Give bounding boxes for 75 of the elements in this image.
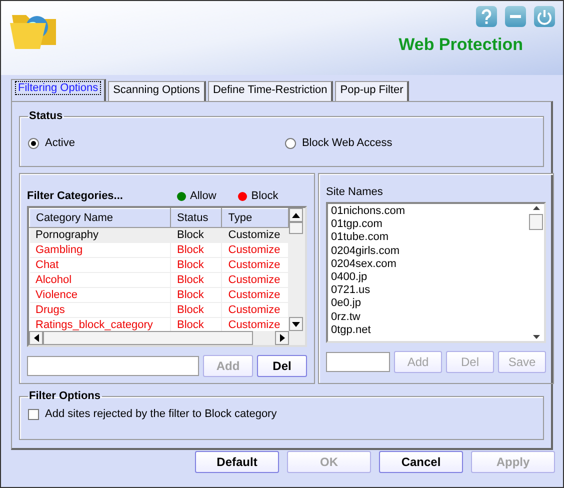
- scroll-thumb[interactable]: [289, 222, 303, 234]
- category-button[interactable]: Del: [257, 355, 307, 377]
- up-arrow-icon: [292, 212, 300, 218]
- site-item[interactable]: 0204girls.com: [331, 244, 525, 258]
- site-item[interactable]: 0721.us: [331, 284, 525, 298]
- checkbox[interactable]: [28, 408, 39, 420]
- site-item[interactable]: 0400.jp: [331, 270, 525, 284]
- table-cell: Chat: [30, 258, 171, 272]
- column-header[interactable]: Type: [222, 208, 288, 228]
- table-cell: Block: [170, 288, 222, 302]
- site-item[interactable]: 01nichons.com: [331, 205, 525, 218]
- tab[interactable]: Define Time-Restriction: [208, 81, 334, 101]
- scroll-left-button[interactable]: [29, 331, 43, 345]
- site-item[interactable]: 0204sex.com: [331, 258, 525, 271]
- scroll-down-button[interactable]: [289, 317, 303, 331]
- tab[interactable]: Filtering Options: [11, 79, 106, 101]
- power-icon[interactable]: [534, 6, 555, 27]
- down-arrow-icon[interactable]: [532, 335, 540, 339]
- table-row[interactable]: Chat Block Customize: [30, 258, 288, 272]
- scroll-up-button[interactable]: [289, 208, 303, 222]
- table-cell: Customize: [222, 302, 288, 318]
- table-cell: Block: [170, 302, 222, 318]
- section-title: Site Names: [326, 186, 384, 198]
- column-header[interactable]: Status: [170, 208, 222, 228]
- table-cell: Violence: [30, 288, 171, 302]
- dialog-button[interactable]: Cancel: [379, 451, 463, 473]
- table-cell: Customize: [222, 272, 288, 288]
- table-cell: Block: [170, 258, 222, 272]
- table-cell: Customize: [222, 258, 288, 272]
- table-cell: Alcohol: [30, 272, 171, 288]
- site-item[interactable]: 01tgp.com: [331, 218, 525, 232]
- table-cell: Customize: [222, 228, 288, 242]
- radio-label: Block Web Access: [302, 137, 392, 149]
- table-cell: Gambling: [30, 242, 171, 258]
- site-item[interactable]: 01tube.com: [331, 231, 525, 245]
- tab[interactable]: Pop-up Filter: [335, 81, 410, 101]
- section-title: Filter Categories...: [27, 190, 124, 202]
- scroll-thumb[interactable]: [529, 214, 543, 230]
- table-cell: Drugs: [30, 302, 171, 318]
- table-row[interactable]: Alcohol Block Customize: [30, 272, 288, 288]
- window-title: Web Protection: [398, 35, 523, 55]
- scroll-thumb[interactable]: [43, 331, 253, 345]
- site-item[interactable]: 0rz.tw: [331, 310, 525, 324]
- table-row[interactable]: Drugs Block Customize: [30, 302, 288, 318]
- table-row[interactable]: Pornography Block Customize: [30, 228, 288, 242]
- help-icon[interactable]: [476, 6, 497, 27]
- legend-label: Block: [251, 190, 278, 202]
- table-row[interactable]: Violence Block Customize: [30, 288, 288, 302]
- site-item[interactable]: 0tgp.net: [331, 324, 525, 337]
- column-header[interactable]: Category Name: [30, 208, 171, 228]
- left-arrow-icon: [34, 334, 38, 342]
- tab[interactable]: Scanning Options: [108, 81, 206, 101]
- right-arrow-icon: [280, 334, 284, 342]
- table-row[interactable]: Gambling Block Customize: [30, 242, 288, 258]
- group-title: Filter Options: [28, 390, 102, 402]
- up-arrow-icon[interactable]: [532, 206, 540, 210]
- minimize-icon[interactable]: [505, 6, 526, 27]
- down-arrow-icon: [292, 322, 300, 326]
- dialog-button[interactable]: Default: [195, 451, 279, 473]
- table-cell: Customize: [222, 242, 288, 258]
- site-input[interactable]: [326, 352, 390, 372]
- table-cell: Pornography: [30, 228, 171, 242]
- table-cell: Block: [170, 242, 222, 258]
- radio-button[interactable]: [28, 138, 39, 148]
- table-cell: Customize: [222, 288, 288, 302]
- table-cell: Block: [170, 228, 222, 242]
- legend-label: Allow: [190, 190, 216, 202]
- scroll-right-button[interactable]: [275, 331, 289, 345]
- group-title: Status: [28, 110, 64, 122]
- radio-label: Active: [45, 137, 75, 149]
- checkbox-label: Add sites rejected by the filter to Block category: [45, 408, 277, 420]
- category-input[interactable]: [27, 356, 199, 376]
- radio-button[interactable]: [284, 138, 296, 148]
- site-item[interactable]: 0e0.jp: [331, 297, 525, 310]
- table-cell: Block: [170, 272, 222, 288]
